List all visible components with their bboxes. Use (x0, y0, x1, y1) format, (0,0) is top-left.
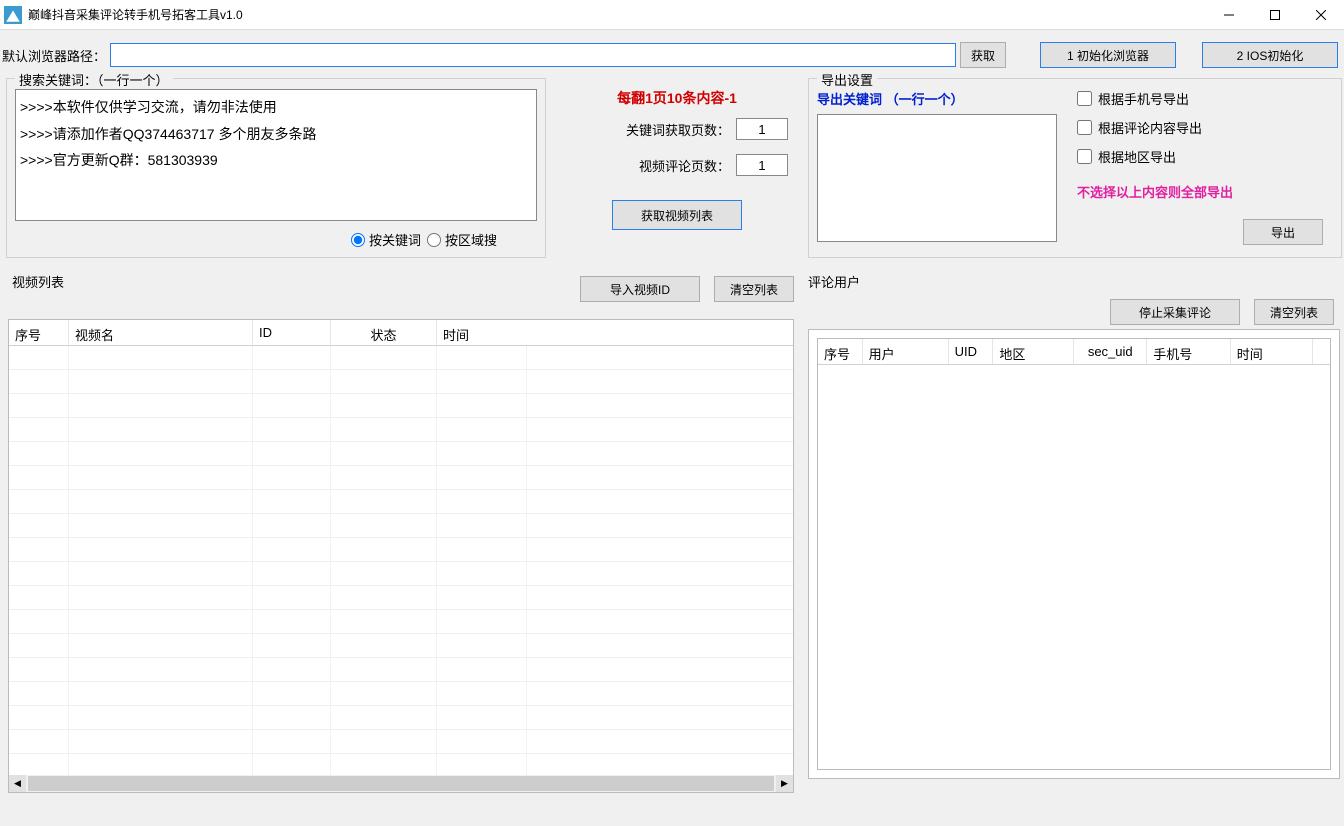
check-by-phone-input[interactable] (1077, 91, 1092, 106)
title-bar: 巅峰抖音采集评论转手机号拓客工具v1.0 (0, 0, 1344, 30)
maximize-button[interactable] (1252, 0, 1298, 30)
comment-col-area[interactable]: 地区 (993, 339, 1074, 364)
stop-collect-button[interactable]: 停止采集评论 (1110, 299, 1240, 325)
radio-by-keyword-label: 按关键词 (369, 230, 421, 249)
check-by-phone-label: 根据手机号导出 (1098, 89, 1189, 108)
comment-users-section: 评论用户 停止采集评论 清空列表 序号 用户 UID 地区 sec_uid 手机… (808, 264, 1342, 793)
scroll-right-icon[interactable]: ▶ (776, 775, 793, 792)
init-browser-button[interactable]: 1 初始化浏览器 (1040, 42, 1176, 68)
comment-col-spacer (1313, 339, 1330, 364)
close-button[interactable] (1298, 0, 1344, 30)
radio-by-area-label: 按区域搜 (445, 230, 497, 249)
video-list-section: 视频列表 导入视频ID 清空列表 序号 视频名 ID 状态 时间 (6, 264, 802, 793)
video-col-name[interactable]: 视频名 (69, 320, 253, 345)
video-list-table[interactable]: 序号 视频名 ID 状态 时间 (8, 319, 794, 793)
radio-by-keyword[interactable]: 按关键词 (351, 230, 421, 249)
scroll-thumb[interactable] (28, 776, 774, 791)
check-by-area[interactable]: 根据地区导出 (1077, 147, 1333, 166)
comment-col-secuid[interactable]: sec_uid (1074, 339, 1147, 364)
comment-table[interactable]: 序号 用户 UID 地区 sec_uid 手机号 时间 (817, 338, 1331, 770)
rate-note: 每翻1页10条内容-1 (556, 88, 798, 108)
check-by-content-input[interactable] (1077, 120, 1092, 135)
check-by-content-label: 根据评论内容导出 (1098, 118, 1202, 137)
comment-header: 序号 用户 UID 地区 sec_uid 手机号 时间 (818, 339, 1330, 365)
get-video-list-button[interactable]: 获取视频列表 (612, 200, 742, 230)
get-browser-button[interactable]: 获取 (960, 42, 1006, 68)
comment-col-time[interactable]: 时间 (1231, 339, 1313, 364)
radio-by-keyword-input[interactable] (351, 233, 365, 247)
video-list-header: 序号 视频名 ID 状态 时间 (9, 320, 793, 346)
keyword-pages-input[interactable] (736, 118, 788, 140)
search-keywords-group: 搜索关键词：（一行一个） 按关键词 按区域搜 (6, 78, 546, 258)
comment-col-uid[interactable]: UID (949, 339, 994, 364)
comment-col-phone[interactable]: 手机号 (1147, 339, 1230, 364)
video-list-hscrollbar[interactable]: ◀ ▶ (9, 775, 793, 792)
export-keyword-label: 导出关键词 （一行一个） (817, 89, 1057, 108)
export-note: 不选择以上内容则全部导出 (1077, 182, 1333, 201)
video-col-id[interactable]: ID (253, 320, 331, 345)
check-by-phone[interactable]: 根据手机号导出 (1077, 89, 1333, 108)
clear-comment-list-button[interactable]: 清空列表 (1254, 299, 1334, 325)
browser-path-input[interactable] (110, 43, 956, 67)
browser-path-label: 默认浏览器路径： (2, 46, 106, 65)
keywords-textarea[interactable] (15, 89, 537, 221)
video-list-body (9, 346, 793, 775)
export-settings-group: 导出设置 导出关键词 （一行一个） 根据手机号导出 根据评论内容导出 (808, 78, 1342, 258)
comment-col-user[interactable]: 用户 (863, 339, 949, 364)
search-keywords-legend: 搜索关键词：（一行一个） (15, 70, 173, 89)
browser-path-row: 默认浏览器路径： 获取 1 初始化浏览器 2 IOS初始化 (0, 30, 1344, 78)
import-video-id-button[interactable]: 导入视频ID (580, 276, 700, 302)
params-group: 每翻1页10条内容-1 关键词获取页数： 视频评论页数： 获取视频列表 (552, 78, 802, 258)
scroll-left-icon[interactable]: ◀ (9, 775, 26, 792)
comment-col-index[interactable]: 序号 (818, 339, 863, 364)
video-col-index[interactable]: 序号 (9, 320, 69, 345)
radio-by-area-input[interactable] (427, 233, 441, 247)
comment-pages-label: 视频评论页数： (639, 156, 730, 175)
ios-init-button[interactable]: 2 IOS初始化 (1202, 42, 1338, 68)
check-by-content[interactable]: 根据评论内容导出 (1077, 118, 1333, 137)
video-col-status[interactable]: 状态 (331, 320, 437, 345)
check-by-area-label: 根据地区导出 (1098, 147, 1176, 166)
comment-table-container: 序号 用户 UID 地区 sec_uid 手机号 时间 (808, 329, 1340, 779)
export-button[interactable]: 导出 (1243, 219, 1323, 245)
video-col-time[interactable]: 时间 (437, 320, 527, 345)
clear-video-list-button[interactable]: 清空列表 (714, 276, 794, 302)
export-keywords-textarea[interactable] (817, 114, 1057, 242)
export-legend: 导出设置 (817, 70, 877, 89)
window-title: 巅峰抖音采集评论转手机号拓客工具v1.0 (28, 6, 243, 23)
app-icon (4, 6, 22, 24)
comment-pages-input[interactable] (736, 154, 788, 176)
comment-title: 评论用户 (808, 272, 1342, 295)
check-by-area-input[interactable] (1077, 149, 1092, 164)
keyword-pages-label: 关键词获取页数： (626, 120, 730, 139)
comment-body (818, 365, 1330, 769)
window-controls (1206, 0, 1344, 30)
radio-by-area[interactable]: 按区域搜 (427, 230, 497, 249)
minimize-button[interactable] (1206, 0, 1252, 30)
